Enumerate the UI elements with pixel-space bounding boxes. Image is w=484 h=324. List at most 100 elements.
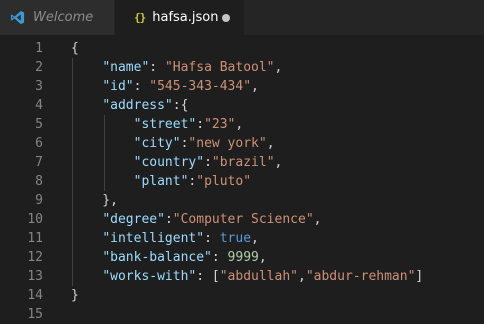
code-token: }: [71, 288, 79, 303]
code-line[interactable]: 12 "bank-balance": 9999,: [0, 248, 484, 267]
code-line[interactable]: 13 "works-with": ["abdullah","abdur-rehm…: [0, 267, 484, 286]
code-token: "new york": [188, 136, 267, 151]
code-token: "pluto": [196, 174, 252, 189]
code-token: ,: [266, 136, 275, 151]
json-braces-icon: {}: [134, 11, 146, 24]
line-code: "country":"brazil",: [71, 153, 283, 172]
code-token: "Hafsa Batool": [164, 60, 275, 75]
code-line[interactable]: 5 "street":"23",: [0, 115, 484, 134]
code-line[interactable]: 7 "country":"brazil",: [0, 153, 484, 172]
line-code: "street":"23",: [71, 115, 244, 134]
code-token: true: [219, 231, 252, 246]
code-token: ]: [415, 269, 424, 284]
code-line[interactable]: 1{: [0, 39, 484, 58]
code-line[interactable]: 4 "address":{: [0, 96, 484, 115]
code-token: "country": [133, 155, 205, 170]
code-token: ,: [251, 231, 259, 246]
line-code: "intelligent": true,: [71, 229, 259, 248]
code-line[interactable]: 11 "intelligent": true,: [0, 229, 484, 248]
code-token: },: [71, 193, 118, 208]
line-number: 2: [35, 60, 43, 75]
code-line[interactable]: 2 "name": "Hafsa Batool",: [0, 58, 484, 77]
line-number: 10: [27, 212, 43, 227]
code-line[interactable]: 15: [0, 305, 484, 324]
code-token: "abdur-rehman": [305, 269, 416, 284]
code-editor[interactable]: 1{2 "name": "Hafsa Batool", 3 "id": "545-…: [0, 35, 484, 324]
code-token: :: [164, 212, 173, 227]
line-number: 1: [35, 41, 43, 56]
line-code: },: [71, 191, 118, 210]
code-token: ,: [251, 79, 259, 94]
code-token: "address": [102, 98, 173, 113]
code-token: :{: [172, 98, 189, 113]
code-line[interactable]: 6 "city":"new york",: [0, 134, 484, 153]
unsaved-dot-icon[interactable]: [222, 14, 230, 22]
code-token: :: [149, 60, 165, 75]
line-code: "address":{: [71, 96, 188, 115]
line-code: "bank-balance": 9999,: [71, 248, 266, 267]
code-token: :: [204, 231, 220, 246]
code-token: {: [71, 41, 79, 56]
line-code: "works-with": ["abdullah","abdur-rehman"…: [71, 267, 423, 286]
code-token: "name": [102, 60, 150, 75]
line-code: "id": "545-343-434",: [71, 77, 259, 96]
line-number: 9: [35, 193, 43, 208]
code-token: "degree": [102, 212, 165, 227]
line-number: 8: [35, 174, 43, 189]
line-number: 13: [27, 269, 43, 284]
line-number: 4: [35, 98, 43, 113]
code-token: ,: [274, 155, 283, 170]
tab-bar: Welcome {} hafsa.json: [0, 0, 484, 35]
line-number: 7: [35, 155, 43, 170]
code-token: "street": [133, 117, 197, 132]
line-code: "plant":"pluto": [71, 172, 251, 191]
code-token: 9999: [227, 250, 259, 265]
line-number: 11: [27, 231, 43, 246]
code-line[interactable]: 14}: [0, 286, 484, 305]
line-number: 5: [35, 117, 43, 132]
line-code: "name": "Hafsa Batool",: [71, 58, 282, 77]
line-code: "city":"new york",: [71, 134, 275, 153]
code-token: "545-343-434": [149, 79, 252, 94]
tab-hafsa-json[interactable]: {} hafsa.json: [115, 0, 244, 35]
code-token: "23": [204, 117, 236, 132]
tab-hafsa-json-label: hafsa.json: [152, 10, 219, 25]
code-token: "abdullah": [219, 269, 298, 284]
code-token: "Computer Science": [172, 212, 314, 227]
code-line[interactable]: 10 "degree":"Computer Science",: [0, 210, 484, 229]
code-token: "plant": [133, 174, 189, 189]
code-token: :: [211, 250, 228, 265]
vscode-logo-icon: [10, 10, 25, 25]
line-number: 15: [27, 307, 43, 322]
code-token: :: [133, 79, 150, 94]
code-line[interactable]: 8 "plant":"pluto": [0, 172, 484, 191]
line-code: "degree":"Computer Science",: [71, 210, 321, 229]
tab-welcome[interactable]: Welcome: [0, 0, 115, 35]
code-token: :: [196, 117, 205, 132]
code-token: ,: [235, 117, 244, 132]
line-number: 6: [35, 136, 43, 151]
line-number: 3: [35, 79, 43, 94]
code-token: "works-with": [102, 269, 197, 284]
code-token: "intelligent": [102, 231, 205, 246]
line-number: 14: [27, 288, 43, 303]
code-token: :: [204, 155, 212, 170]
code-token: : [: [196, 269, 220, 284]
code-token: "city": [133, 136, 181, 151]
code-token: ,: [313, 212, 322, 227]
code-token: "brazil": [211, 155, 275, 170]
code-token: "bank-balance": [102, 250, 212, 265]
line-code: {: [71, 39, 79, 58]
code-line[interactable]: 9 },: [0, 191, 484, 210]
code-line[interactable]: 3 "id": "545-343-434",: [0, 77, 484, 96]
